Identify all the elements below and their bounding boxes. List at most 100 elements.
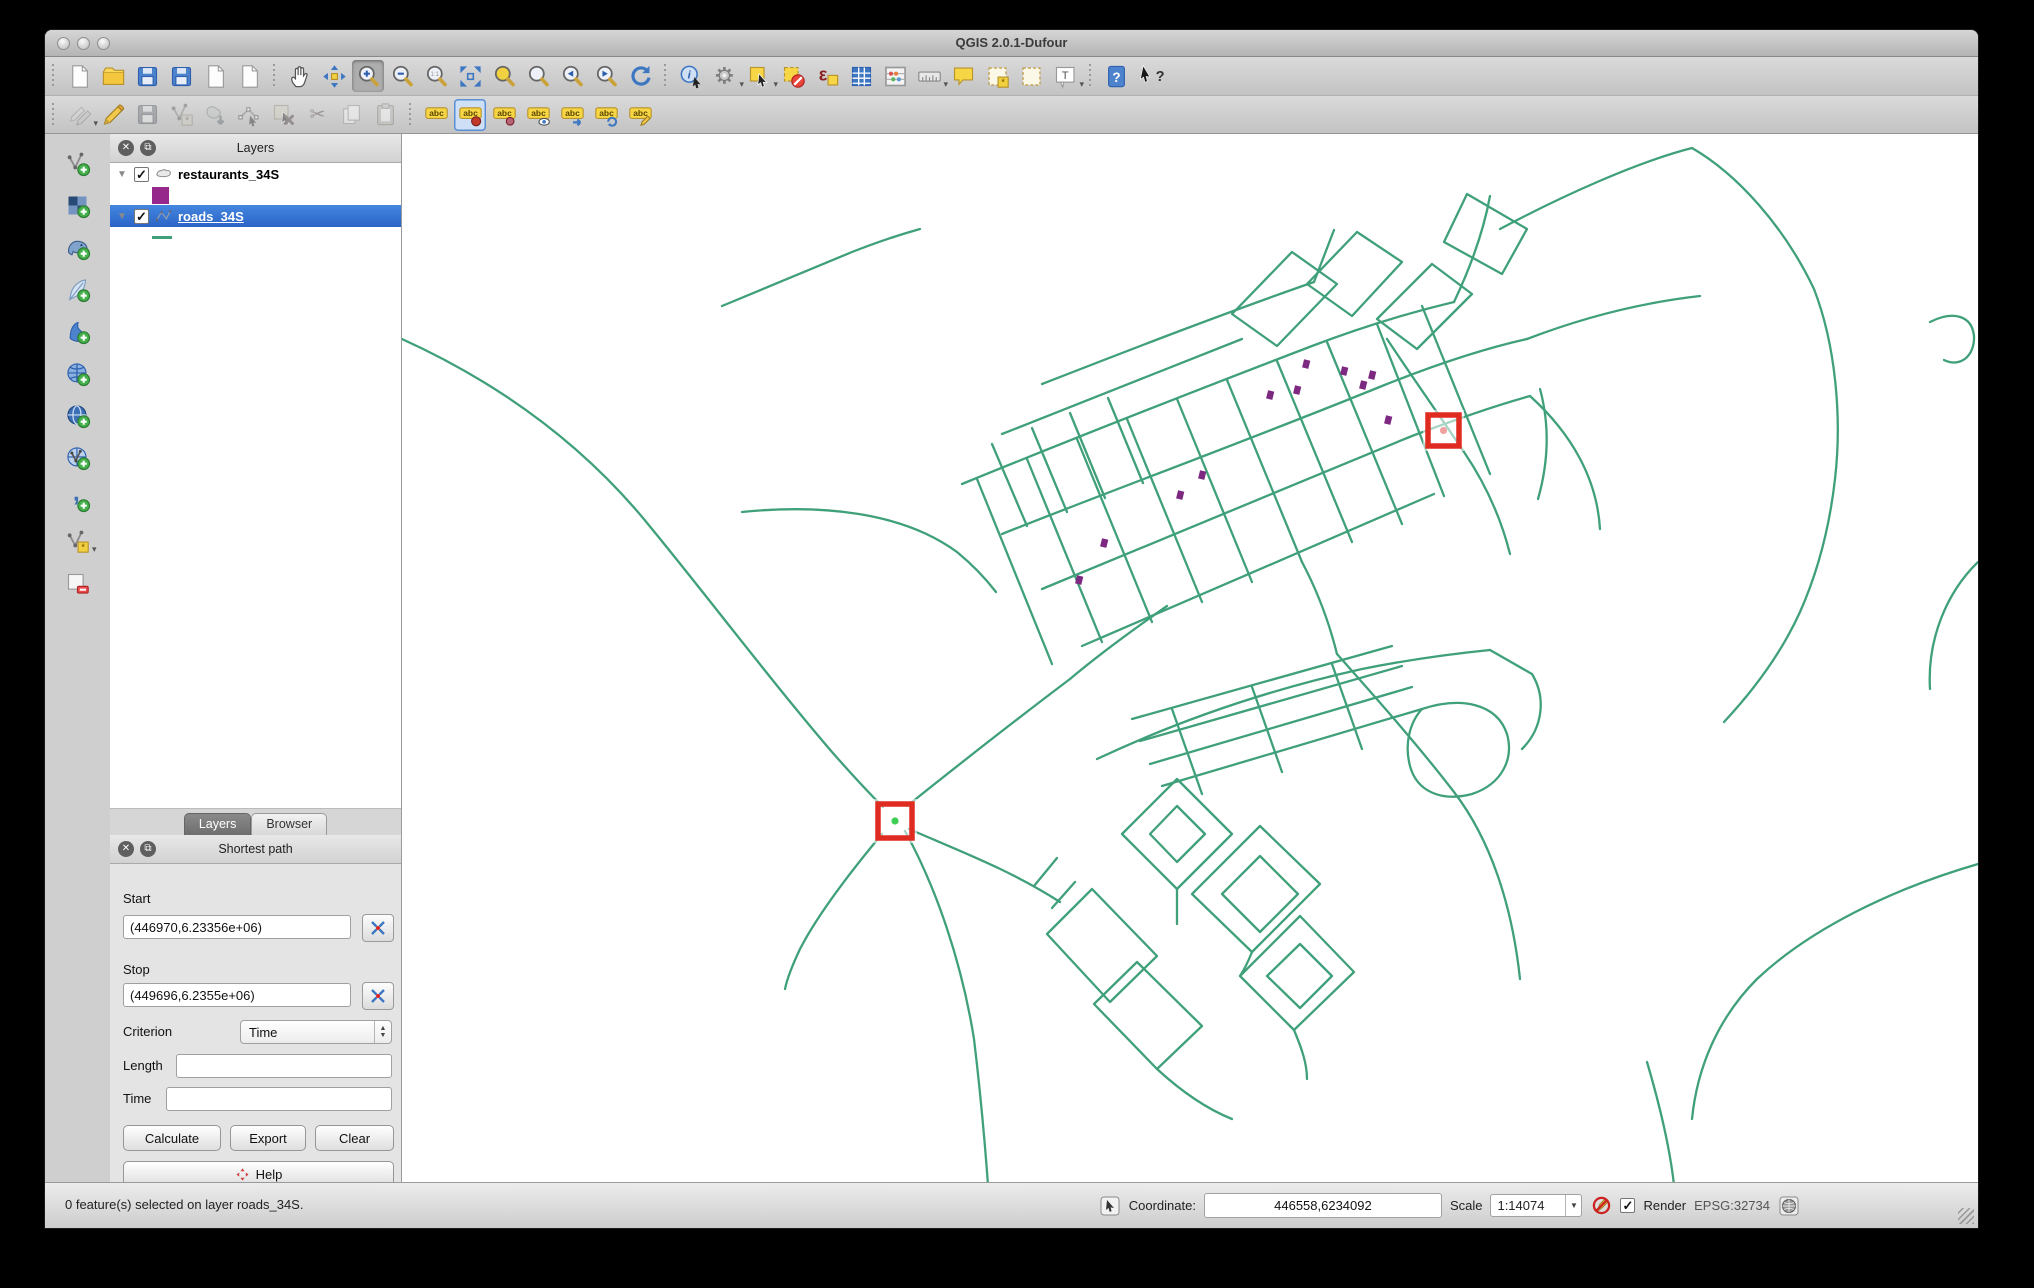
move-feature-icon[interactable] (199, 99, 231, 131)
add-feature-icon[interactable]: * (165, 99, 197, 131)
labeling-icon[interactable]: abc (420, 99, 452, 131)
map-canvas[interactable] (402, 134, 1978, 1185)
svg-text:T: T (1061, 69, 1068, 81)
new-project-icon-glyph (66, 63, 93, 90)
add-wcs-layer-icon[interactable] (62, 399, 94, 431)
current-edits-icon[interactable]: ▾ (63, 99, 95, 131)
scale-value: 1:14074 (1491, 1198, 1565, 1213)
zoom-out-icon-glyph (389, 63, 416, 90)
crs-globe-icon[interactable] (1778, 1195, 1800, 1217)
paste-features-icon[interactable] (369, 99, 401, 131)
pan-map-icon[interactable] (284, 60, 316, 92)
text-annotation-icon[interactable]: T▾ (1049, 60, 1081, 92)
remove-layer-icon[interactable] (62, 567, 94, 599)
capture-stop-point-button[interactable] (362, 982, 394, 1010)
expand-triangle-icon[interactable]: ▼ (114, 211, 130, 222)
save-project-as-icon[interactable] (165, 60, 197, 92)
zoom-full-icon[interactable] (454, 60, 486, 92)
time-input[interactable] (166, 1087, 392, 1111)
label-rotate-icon[interactable]: abc (590, 99, 622, 131)
feature-action-icon[interactable]: ▾ (709, 60, 741, 92)
new-composer-icon[interactable] (199, 60, 231, 92)
add-vector-layer-icon[interactable] (62, 147, 94, 179)
shortest-path-title: Shortest path (110, 842, 401, 856)
zoom-last-icon[interactable] (556, 60, 588, 92)
toggle-editing-icon[interactable] (97, 99, 129, 131)
cut-features-icon[interactable]: ✂ (301, 99, 333, 131)
zoom-out-icon[interactable] (386, 60, 418, 92)
zoom-native-icon-glyph: 1:1 (423, 63, 450, 90)
capture-start-point-button[interactable] (362, 914, 394, 942)
copy-features-icon[interactable] (335, 99, 367, 131)
clear-button[interactable]: Clear (315, 1125, 394, 1151)
save-project-as-icon-glyph (168, 63, 195, 90)
tab-layers[interactable]: Layers (184, 813, 252, 835)
select-by-expression-icon[interactable]: ε (811, 60, 843, 92)
label-move-icon[interactable]: abc (556, 99, 588, 131)
coordinate-input[interactable] (1204, 1193, 1442, 1218)
scale-label: Scale (1450, 1198, 1483, 1213)
add-wfs-layer-icon[interactable] (62, 441, 94, 473)
stop-label: Stop (123, 962, 150, 977)
add-mssql-layer-icon[interactable] (62, 315, 94, 347)
refresh-icon[interactable] (624, 60, 656, 92)
layer-checkbox[interactable]: ✓ (134, 167, 149, 182)
zoom-next-icon[interactable] (590, 60, 622, 92)
zoom-in-icon[interactable] (352, 60, 384, 92)
export-button[interactable]: Export (230, 1125, 306, 1151)
field-calculator-icon[interactable] (879, 60, 911, 92)
expand-triangle-icon[interactable]: ▼ (114, 169, 130, 180)
composer-manager-icon[interactable] (233, 60, 265, 92)
help-icon[interactable]: ? (1100, 60, 1132, 92)
new-project-icon[interactable] (63, 60, 95, 92)
layer-item-restaurants_34S[interactable]: ▼✓restaurants_34S (110, 163, 401, 185)
calculate-button[interactable]: Calculate (123, 1125, 221, 1151)
label-hold-icon[interactable]: abc (488, 99, 520, 131)
label-move-icon-glyph: abc (559, 101, 586, 128)
stop-rendering-icon[interactable] (1590, 1195, 1612, 1217)
criterion-select[interactable]: Time ▲▼ (240, 1020, 392, 1044)
save-layer-edits-icon[interactable] (131, 99, 163, 131)
tab-browser[interactable]: Browser (251, 813, 327, 835)
add-raster-layer-icon[interactable] (62, 189, 94, 221)
node-tool-icon[interactable] (233, 99, 265, 131)
resize-grip[interactable] (1958, 1208, 1974, 1224)
new-bookmark-icon[interactable]: * (981, 60, 1013, 92)
start-input[interactable] (123, 915, 351, 939)
mouse-position-icon[interactable] (1099, 1195, 1121, 1217)
open-project-icon[interactable] (97, 60, 129, 92)
crs-status: EPSG:32734 (1694, 1198, 1770, 1213)
whats-this-icon[interactable]: ? (1134, 60, 1166, 92)
stop-point-marker (1423, 410, 1464, 451)
attribute-table-icon[interactable] (845, 60, 877, 92)
map-tips-icon[interactable] (947, 60, 979, 92)
label-pin-icon[interactable]: abc (454, 99, 486, 131)
layer-item-roads_34S[interactable]: ▼✓roads_34S (110, 205, 401, 227)
zoom-to-layer-icon[interactable] (522, 60, 554, 92)
render-checkbox[interactable]: ✓ (1620, 1198, 1635, 1213)
label-visibility-icon[interactable]: abc (522, 99, 554, 131)
add-spatialite-layer-icon[interactable] (62, 273, 94, 305)
add-postgis-layer-icon-glyph (64, 234, 91, 261)
save-project-icon[interactable] (131, 60, 163, 92)
delete-selected-icon[interactable] (267, 99, 299, 131)
zoom-native-icon[interactable]: 1:1 (420, 60, 452, 92)
scale-combo[interactable]: 1:14074 ▼ (1490, 1194, 1582, 1217)
select-features-icon[interactable]: ▾ (743, 60, 775, 92)
new-shapefile-layer-icon[interactable]: *▾ (62, 525, 94, 557)
show-bookmarks-icon[interactable] (1015, 60, 1047, 92)
length-input[interactable] (176, 1054, 392, 1078)
add-postgis-layer-icon[interactable] (62, 231, 94, 263)
title-bar: QGIS 2.0.1-Dufour (45, 30, 1978, 57)
identify-icon[interactable]: i (675, 60, 707, 92)
stop-input[interactable] (123, 983, 351, 1007)
layer-checkbox[interactable]: ✓ (134, 209, 149, 224)
add-wms-layer-icon[interactable] (62, 357, 94, 389)
label-properties-icon[interactable]: abc (624, 99, 656, 131)
measure-icon[interactable]: ▾ (913, 60, 945, 92)
deselect-features-icon[interactable] (777, 60, 809, 92)
zoom-to-selection-icon[interactable] (488, 60, 520, 92)
pan-to-selection-icon[interactable] (318, 60, 350, 92)
add-delimited-text-icon[interactable]: , (62, 483, 94, 515)
cut-features-icon-glyph: ✂ (304, 101, 331, 128)
